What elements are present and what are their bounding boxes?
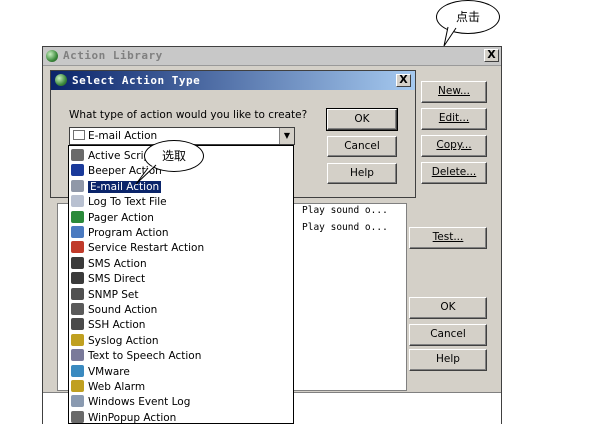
library-cancel-label: Cancel — [430, 328, 466, 340]
dialog-prompt: What type of action would you like to cr… — [69, 109, 308, 121]
dropdown-item-label: Service Restart Action — [88, 242, 205, 255]
dropdown-item-label: Program Action — [88, 227, 169, 239]
list-item-text: Play sound o... — [302, 222, 388, 233]
dropdown-item-label: SSH Action — [88, 319, 146, 332]
dropdown-item[interactable]: SMS Direct — [71, 272, 291, 287]
script-icon — [71, 149, 84, 161]
email-icon — [71, 179, 84, 192]
list-item[interactable]: Play sound o... — [302, 222, 388, 233]
close-button[interactable]: X — [484, 49, 499, 62]
combo-value: E-mail Action — [88, 130, 158, 142]
dialog-help-label: Help — [350, 167, 374, 179]
dropdown-item[interactable]: SSH Action — [71, 318, 291, 333]
close-icon: X — [487, 48, 496, 61]
delete-button[interactable]: Delete... — [421, 162, 487, 184]
action-library-title: Action Library — [63, 49, 163, 62]
dropdown-item-label: VMware — [88, 365, 130, 378]
click-callout-pointer — [443, 26, 457, 47]
action-library-titlebar[interactable]: Action Library X — [43, 47, 501, 66]
dialog-help-button[interactable]: Help — [327, 163, 397, 184]
dropdown-item-label: WinPopup Action — [88, 411, 177, 424]
dropdown-item-label: SMS Direct — [88, 273, 146, 286]
program-icon — [71, 226, 84, 238]
dropdown-item-label: Log To Text File — [88, 196, 167, 209]
ssh-icon — [71, 318, 84, 331]
dropdown-item[interactable]: Pager Action — [71, 210, 291, 226]
beeper-icon — [71, 164, 84, 177]
dialog-app-icon — [55, 74, 67, 86]
delete-button-label: Delete... — [431, 166, 477, 178]
dropdown-item[interactable]: SNMP Set — [71, 287, 291, 303]
copy-button-label: Copy... — [436, 139, 472, 151]
dropdown-item-label: SMS Action — [88, 257, 147, 270]
new-button[interactable]: New... — [421, 81, 487, 103]
close-icon: X — [399, 73, 408, 86]
event-log-icon — [71, 395, 84, 408]
dropdown-item-label: Active Scrip — [88, 150, 151, 162]
dropdown-item-label: SNMP Set — [88, 288, 139, 301]
dialog-ok-button[interactable]: OK — [326, 108, 398, 131]
dropdown-item-label: Sound Action — [88, 304, 158, 316]
dialog-titlebar[interactable]: Select Action Type X — [51, 71, 415, 90]
sms-direct-icon — [71, 272, 84, 285]
log-file-icon — [71, 195, 84, 208]
copy-button[interactable]: Copy... — [421, 135, 487, 157]
dropdown-item[interactable]: Service Restart Action — [71, 241, 291, 256]
dropdown-item-label: Pager Action — [88, 211, 154, 224]
dropdown-item[interactable]: Windows Event Log — [71, 395, 291, 410]
dropdown-item-label: Syslog Action — [88, 334, 159, 347]
winpopup-icon — [71, 410, 84, 423]
library-ok-button[interactable]: OK — [409, 297, 487, 319]
select-callout-text: 选取 — [161, 149, 186, 163]
dropdown-item-label: Text to Speech Action — [88, 350, 202, 363]
app-icon — [46, 50, 58, 62]
sms-icon — [71, 256, 84, 269]
pager-icon — [71, 210, 84, 223]
list-item[interactable]: Play sound o... — [302, 205, 388, 216]
email-icon — [73, 130, 85, 140]
dialog-title: Select Action Type — [72, 74, 201, 87]
dropdown-item[interactable]: E-mail Action — [71, 179, 291, 195]
dropdown-item[interactable]: WinPopup Action — [71, 410, 291, 426]
test-button[interactable]: Test... — [409, 227, 487, 249]
dialog-cancel-label: Cancel — [344, 140, 380, 152]
action-type-dropdown[interactable]: Active Scrip Beeper Action E-mail Action Lo… — [68, 145, 294, 424]
syslog-icon — [71, 333, 84, 346]
dialog-ok-label: OK — [354, 113, 370, 125]
dropdown-item[interactable]: Syslog Action — [71, 333, 291, 349]
service-restart-icon — [71, 241, 84, 254]
dropdown-item[interactable]: Log To Text File — [71, 195, 291, 210]
new-button-label: New... — [438, 85, 470, 97]
dialog-cancel-button[interactable]: Cancel — [327, 136, 397, 157]
dropdown-item-label: Web Alarm — [88, 381, 146, 393]
snmp-icon — [71, 287, 84, 300]
test-button-label: Test... — [432, 231, 464, 243]
dropdown-item[interactable]: SMS Action — [71, 256, 291, 272]
dropdown-item[interactable]: Text to Speech Action — [71, 349, 291, 364]
dropdown-item[interactable]: VMware — [71, 364, 291, 380]
tts-icon — [71, 349, 84, 362]
edit-button[interactable]: Edit... — [421, 108, 487, 130]
chevron-down-icon[interactable]: ▼ — [279, 128, 294, 144]
vmware-icon — [71, 364, 84, 377]
web-alarm-icon — [71, 380, 84, 392]
library-cancel-button[interactable]: Cancel — [409, 324, 487, 346]
edit-button-label: Edit... — [438, 112, 470, 124]
list-item-text: Play sound o... — [302, 205, 388, 216]
dialog-close-button[interactable]: X — [396, 74, 411, 87]
sound-icon — [71, 303, 84, 315]
dropdown-item-label: Windows Event Log — [88, 396, 191, 409]
library-ok-label: OK — [440, 301, 456, 313]
select-callout-pointer — [135, 164, 157, 185]
library-help-label: Help — [436, 353, 460, 365]
library-help-button[interactable]: Help — [409, 349, 487, 371]
click-callout-text: 点击 — [455, 10, 480, 24]
dropdown-item[interactable]: Program Action — [71, 226, 291, 241]
dropdown-item[interactable]: Web Alarm — [71, 380, 291, 395]
dropdown-item[interactable]: Sound Action — [71, 303, 291, 318]
